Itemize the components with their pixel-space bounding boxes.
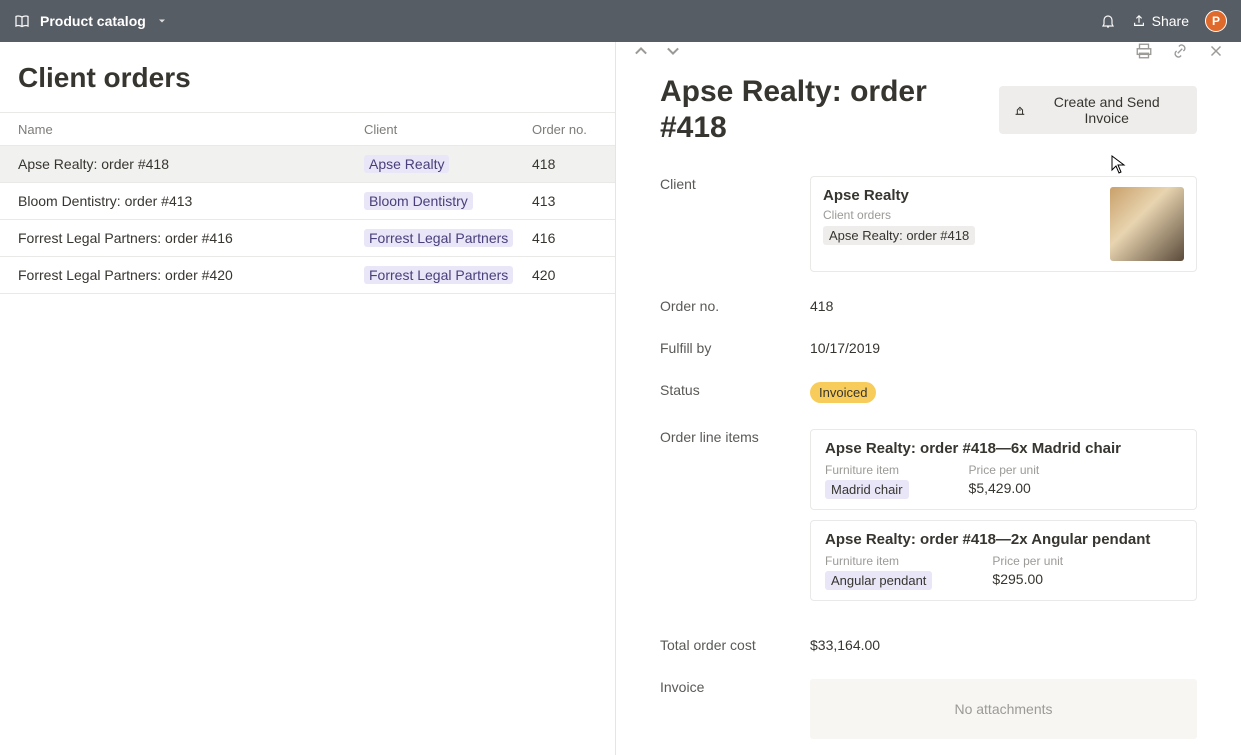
col-name-header[interactable]: Name: [18, 122, 364, 137]
table-row[interactable]: Apse Realty: order #418Apse Realty 418: [0, 146, 615, 183]
topbar: Product catalog Share P: [0, 0, 1241, 42]
chevron-down-icon[interactable]: [156, 13, 168, 29]
field-label-client: Client: [660, 176, 810, 272]
col-orderno-header[interactable]: Order no.: [532, 122, 597, 137]
create-invoice-button[interactable]: Create and Send Invoice: [999, 86, 1197, 134]
page-title: Client orders: [0, 42, 615, 112]
order-no-value: 418: [810, 298, 1197, 314]
client-sub: Client orders: [823, 208, 1100, 222]
client-image: [1110, 187, 1184, 261]
row-client-tag: Forrest Legal Partners: [364, 229, 513, 247]
client-name: Apse Realty: [823, 187, 1100, 204]
fulfill-by-value: 10/17/2019: [810, 340, 1197, 356]
line-item-card[interactable]: Apse Realty: order #418—2x Angular penda…: [810, 520, 1197, 601]
next-record-button[interactable]: [664, 42, 682, 60]
row-client-tag: Forrest Legal Partners: [364, 266, 513, 284]
list-panel: Client orders Name Client Order no. Apse…: [0, 42, 616, 755]
row-name: Bloom Dentistry: order #413: [18, 193, 364, 209]
bell-icon[interactable]: [1100, 13, 1116, 29]
table-row[interactable]: Forrest Legal Partners: order #416Forres…: [0, 220, 615, 257]
share-label: Share: [1152, 13, 1189, 29]
line-item-tag: Angular pendant: [825, 571, 932, 590]
attachment-dropzone[interactable]: No attachments: [810, 679, 1197, 739]
book-icon[interactable]: [14, 13, 30, 29]
table-row[interactable]: Forrest Legal Partners: order #420Forres…: [0, 257, 615, 294]
row-orderno: 413: [532, 193, 597, 209]
field-label-lineitems: Order line items: [660, 429, 810, 611]
avatar[interactable]: P: [1205, 10, 1227, 32]
detail-panel: Apse Realty: order #418 Create and Send …: [616, 42, 1241, 755]
status-badge: Invoiced: [810, 382, 876, 403]
row-name: Apse Realty: order #418: [18, 156, 364, 172]
row-orderno: 416: [532, 230, 597, 246]
share-button[interactable]: Share: [1132, 13, 1189, 29]
client-card[interactable]: Apse Realty Client orders Apse Realty: o…: [810, 176, 1197, 272]
table-row[interactable]: Bloom Dentistry: order #413Bloom Dentist…: [0, 183, 615, 220]
line-item-title: Apse Realty: order #418—2x Angular penda…: [825, 531, 1182, 548]
client-order-tag: Apse Realty: order #418: [823, 226, 975, 245]
total-value: $33,164.00: [810, 637, 1197, 653]
table-header: Name Client Order no.: [0, 112, 615, 146]
field-label-status: Status: [660, 382, 810, 403]
prev-record-button[interactable]: [632, 42, 650, 60]
line-item-tag: Madrid chair: [825, 480, 909, 499]
print-icon[interactable]: [1135, 42, 1153, 60]
col-client-header[interactable]: Client: [364, 122, 532, 137]
row-client-tag: Apse Realty: [364, 155, 449, 173]
link-icon[interactable]: [1171, 42, 1189, 60]
line-item-price: $295.00: [992, 571, 1063, 587]
field-label-fulfill: Fulfill by: [660, 340, 810, 356]
close-icon[interactable]: [1207, 42, 1225, 60]
row-client-tag: Bloom Dentistry: [364, 192, 473, 210]
line-item-card[interactable]: Apse Realty: order #418—6x Madrid chairF…: [810, 429, 1197, 510]
field-label-total: Total order cost: [660, 637, 810, 653]
row-orderno: 418: [532, 156, 597, 172]
line-item-title: Apse Realty: order #418—6x Madrid chair: [825, 440, 1182, 457]
detail-title: Apse Realty: order #418: [660, 74, 999, 146]
row-name: Forrest Legal Partners: order #416: [18, 230, 364, 246]
workspace-title[interactable]: Product catalog: [40, 13, 146, 29]
line-item-price: $5,429.00: [969, 480, 1040, 496]
row-orderno: 420: [532, 267, 597, 283]
row-name: Forrest Legal Partners: order #420: [18, 267, 364, 283]
field-label-invoice: Invoice: [660, 679, 810, 739]
field-label-orderno: Order no.: [660, 298, 810, 314]
